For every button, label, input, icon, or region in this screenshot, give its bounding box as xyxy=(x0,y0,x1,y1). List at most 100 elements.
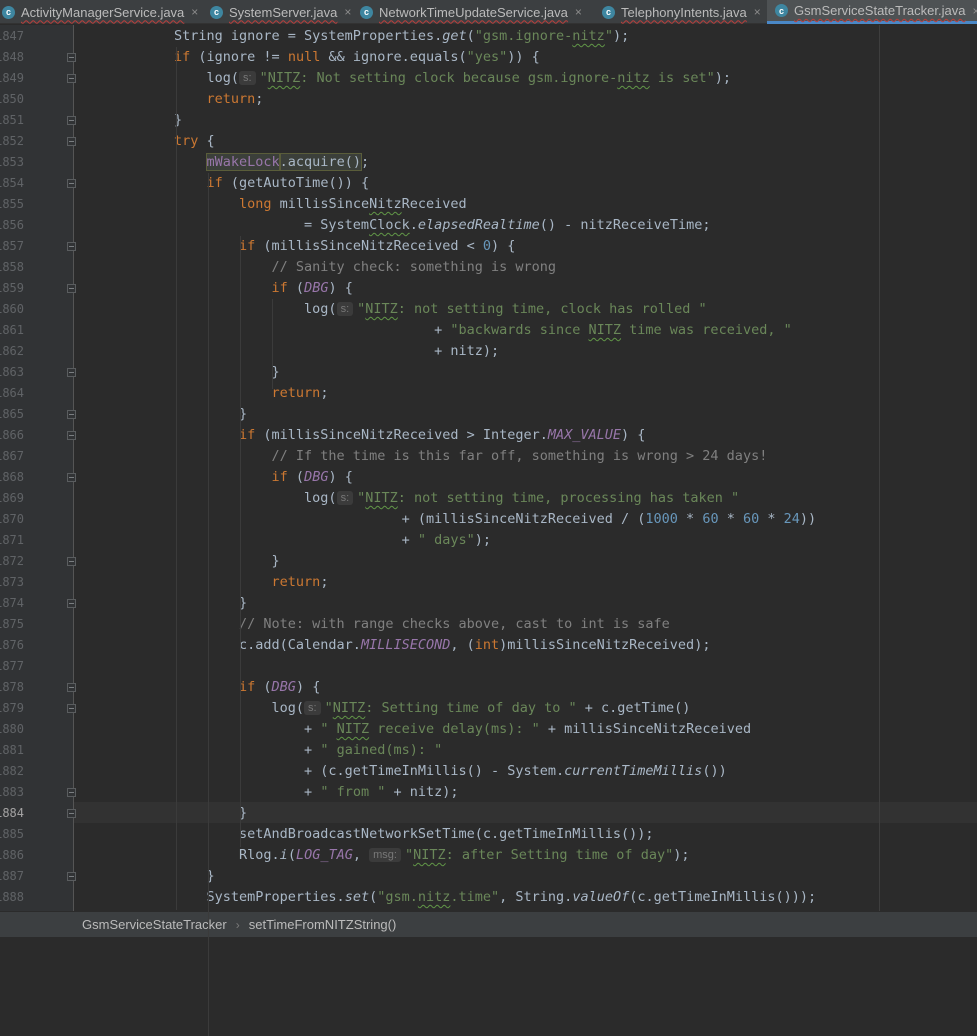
indent-guide xyxy=(272,299,273,389)
code-line: if (DBG) { xyxy=(174,278,353,299)
fold-marker-icon[interactable] xyxy=(67,872,76,881)
code-token: ; xyxy=(320,574,329,590)
parameter-hint: s: xyxy=(336,302,354,316)
tab-gsmservicestatetracker[interactable]: c GsmServiceStateTracker.java × xyxy=(767,0,977,24)
line-number: 1883 xyxy=(0,785,24,799)
code-token: && ignore.equals( xyxy=(320,49,467,65)
breadcrumb-method[interactable]: setTimeFromNITZString() xyxy=(249,917,397,932)
close-tab-icon[interactable]: × xyxy=(972,4,977,18)
line-number: 1887 xyxy=(0,869,24,883)
indent-guide xyxy=(208,173,209,1036)
line-number-gutter: 1847 1848 1849 1850 1851 1852 1853 1854 1855 1856… xyxy=(0,25,73,911)
code-token: } xyxy=(174,553,280,569)
fold-marker-icon[interactable] xyxy=(67,809,76,818)
code-line: return; xyxy=(174,89,264,110)
line-number: 1851 xyxy=(0,113,24,127)
code-token: return xyxy=(174,574,321,590)
code-token: : Not setting clock because gsm.ignore- xyxy=(300,70,618,86)
line-number: 1884 xyxy=(0,806,24,820)
code-token: * xyxy=(718,511,743,527)
fold-marker-icon[interactable] xyxy=(67,242,76,251)
line-number: 1872 xyxy=(0,554,24,568)
code-line: try { xyxy=(174,131,215,152)
close-tab-icon[interactable]: × xyxy=(754,5,761,19)
code-token: MAX_VALUE xyxy=(547,427,622,443)
fold-marker-icon[interactable] xyxy=(67,431,76,440)
code-token: NITZ xyxy=(336,721,370,737)
fold-marker-icon[interactable] xyxy=(67,53,76,62)
fold-marker-icon[interactable] xyxy=(67,179,76,188)
line-number: 1853 xyxy=(0,155,24,169)
tab-label: SystemServer.java xyxy=(229,4,338,20)
code-token: ) { xyxy=(328,280,353,296)
fold-marker-icon[interactable] xyxy=(67,74,76,83)
tab-label: ActivityManagerService.java xyxy=(21,4,185,20)
code-token: NITZ xyxy=(267,70,301,86)
code-token: : Setting time of day to " xyxy=(365,700,577,716)
code-line: // If the time is this far off, somethin… xyxy=(174,446,768,467)
code-line: if (millisSinceNitzReceived > Integer.MA… xyxy=(174,425,645,446)
code-token: if xyxy=(174,469,288,485)
line-number: 1857 xyxy=(0,239,24,253)
fold-marker-icon[interactable] xyxy=(67,683,76,692)
tab-networktimeupdateservice[interactable]: c NetworkTimeUpdateService.java × xyxy=(352,0,594,24)
code-line: + "backwards since NITZ time was receive… xyxy=(174,320,792,341)
line-number: 1849 xyxy=(0,71,24,85)
tab-label: TelephonyIntents.java xyxy=(621,4,747,20)
code-token: nitz xyxy=(417,889,451,905)
line-number: 1866 xyxy=(0,428,24,442)
fold-marker-icon[interactable] xyxy=(67,116,76,125)
line-number: 1848 xyxy=(0,50,24,64)
fold-marker-icon[interactable] xyxy=(67,284,76,293)
code-token: : not setting time, processing has taken… xyxy=(397,490,740,506)
code-token: mWakeLock xyxy=(205,153,281,171)
code-token: return xyxy=(174,385,321,401)
code-token: (ignore != xyxy=(190,49,288,65)
breadcrumb-class[interactable]: GsmServiceStateTracker xyxy=(82,917,227,932)
code-line: + " NITZ receive delay(ms): " + millisSi… xyxy=(174,719,751,740)
code-token: )) xyxy=(799,511,817,527)
code-token: MILLISECOND xyxy=(360,637,451,653)
code-token: { xyxy=(198,133,215,149)
tab-activitymanagerservice[interactable]: c ActivityManagerService.java × xyxy=(0,0,202,24)
breadcrumb: GsmServiceStateTracker › setTimeFromNITZ… xyxy=(0,911,977,937)
fold-marker-icon[interactable] xyxy=(67,599,76,608)
fold-marker-icon[interactable] xyxy=(67,368,76,377)
close-tab-icon[interactable]: × xyxy=(575,5,582,19)
line-number: 1869 xyxy=(0,491,24,505)
code-token: (millisSinceNitzReceived < xyxy=(255,238,483,254)
fold-marker-icon[interactable] xyxy=(67,788,76,797)
code-token: " xyxy=(604,28,613,44)
code-token: try xyxy=(174,133,199,149)
code-token: String ignore = SystemProperties. xyxy=(174,28,443,44)
code-token: log( xyxy=(174,490,337,506)
fold-marker-icon[interactable] xyxy=(67,410,76,419)
code-line: + nitz); xyxy=(174,341,499,362)
code-token: int xyxy=(474,637,500,653)
close-tab-icon[interactable]: × xyxy=(344,5,351,19)
code-line: if (DBG) { xyxy=(174,467,353,488)
code-line: SystemProperties.set("gsm.nitz.time", St… xyxy=(174,887,817,908)
code-token: "yes" xyxy=(466,49,508,65)
fold-marker-icon[interactable] xyxy=(67,704,76,713)
tab-systemserver[interactable]: c SystemServer.java × xyxy=(202,0,352,24)
fold-marker-icon[interactable] xyxy=(67,473,76,482)
line-number: 1880 xyxy=(0,722,24,736)
tab-telephonyintents[interactable]: c TelephonyIntents.java × xyxy=(594,0,767,24)
close-tab-icon[interactable]: × xyxy=(191,5,198,19)
code-token: if xyxy=(174,238,256,254)
code-line: // Sanity check: something is wrong xyxy=(174,257,556,278)
code-token: ; xyxy=(255,91,264,107)
fold-marker-icon[interactable] xyxy=(67,137,76,146)
fold-marker-icon[interactable] xyxy=(67,557,76,566)
code-token: return xyxy=(174,91,256,107)
code-token: * xyxy=(759,511,784,527)
line-number: 1859 xyxy=(0,281,24,295)
code-token: = System xyxy=(174,217,370,233)
line-number: 1864 xyxy=(0,386,24,400)
line-number: 1858 xyxy=(0,260,24,274)
code-token: " days" xyxy=(417,532,475,548)
code-line: long millisSinceNitzReceived xyxy=(174,194,467,215)
tab-label: GsmServiceStateTracker.java xyxy=(794,3,966,18)
